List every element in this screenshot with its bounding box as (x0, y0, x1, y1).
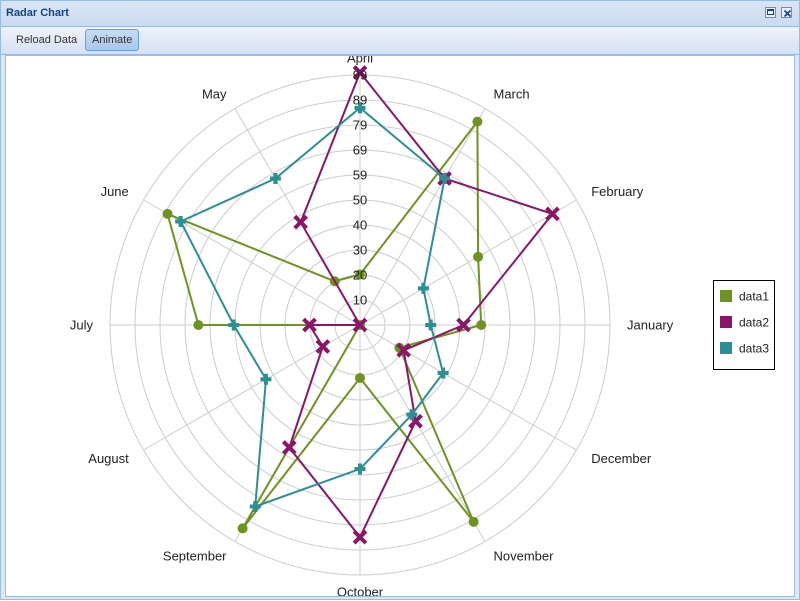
chart-window: Radar Chart Reload Data Animate 10 20 30 40… (0, 0, 800, 600)
data-point[interactable] (228, 319, 240, 331)
data-point[interactable] (237, 523, 248, 534)
data-point[interactable] (162, 208, 173, 219)
toolbar: Reload Data Animate (1, 27, 799, 55)
category-label: November (494, 549, 555, 564)
radial-tick-label: 89 (353, 93, 367, 108)
data-point[interactable] (476, 320, 487, 330)
radial-tick-label: 40 (353, 218, 367, 233)
legend-label[interactable]: data3 (739, 342, 769, 356)
maximize-icon[interactable] (765, 7, 776, 18)
grid-spoke (359, 324, 577, 451)
category-label: January (627, 318, 674, 333)
category-label: June (101, 184, 129, 199)
window-title: Radar Chart (6, 7, 69, 19)
radial-tick-label: 10 (353, 293, 367, 308)
legend-swatch (720, 342, 732, 354)
category-label: March (494, 86, 530, 101)
legend: data1 data2 data3 (713, 280, 775, 370)
window-titlebar[interactable]: Radar Chart (1, 1, 799, 27)
legend-swatch (720, 316, 732, 328)
data-point[interactable] (193, 320, 204, 330)
category-label: October (337, 585, 384, 597)
radial-tick-label: 20 (353, 268, 367, 283)
category-label: August (88, 451, 129, 466)
grid-spoke (359, 324, 486, 542)
category-label: February (591, 184, 644, 199)
radial-tick-label: 69 (353, 143, 367, 158)
data-point[interactable] (315, 339, 331, 354)
legend-label[interactable]: data1 (739, 290, 769, 304)
animate-button[interactable]: Animate (85, 29, 140, 51)
close-icon[interactable] (781, 7, 792, 18)
radial-tick-label: 99 (353, 68, 367, 83)
data-point[interactable] (281, 440, 297, 455)
legend-label[interactable]: data2 (739, 316, 769, 330)
grid-spoke (143, 199, 361, 326)
radial-tick-label: 50 (353, 193, 367, 208)
category-label: April (347, 56, 373, 66)
data-point[interactable] (473, 251, 484, 262)
data-point[interactable] (249, 501, 261, 513)
category-label: May (202, 86, 227, 101)
data-point[interactable] (472, 116, 483, 127)
category-label: July (70, 318, 94, 333)
category-label: September (163, 549, 227, 564)
radial-tick-label: 79 (353, 118, 367, 133)
radial-tick-label: 30 (353, 243, 367, 258)
radar-chart: 10 20 30 40 50 59 69 79 89 99 January February March… (70, 51, 775, 600)
series-line-data2 (288, 70, 555, 539)
series-line-data3 (179, 106, 446, 508)
legend-swatch (720, 290, 732, 302)
reload-data-button[interactable]: Reload Data (9, 29, 84, 51)
data-point[interactable] (468, 516, 479, 527)
data-point[interactable] (293, 214, 308, 230)
radial-tick-label: 59 (353, 168, 367, 183)
data-point[interactable] (260, 373, 272, 385)
grid-spoke (359, 199, 577, 326)
category-label: December (591, 451, 652, 466)
chart-body: 10 20 30 40 50 59 69 79 89 99 January February March… (5, 51, 795, 600)
data-point[interactable] (355, 373, 365, 384)
